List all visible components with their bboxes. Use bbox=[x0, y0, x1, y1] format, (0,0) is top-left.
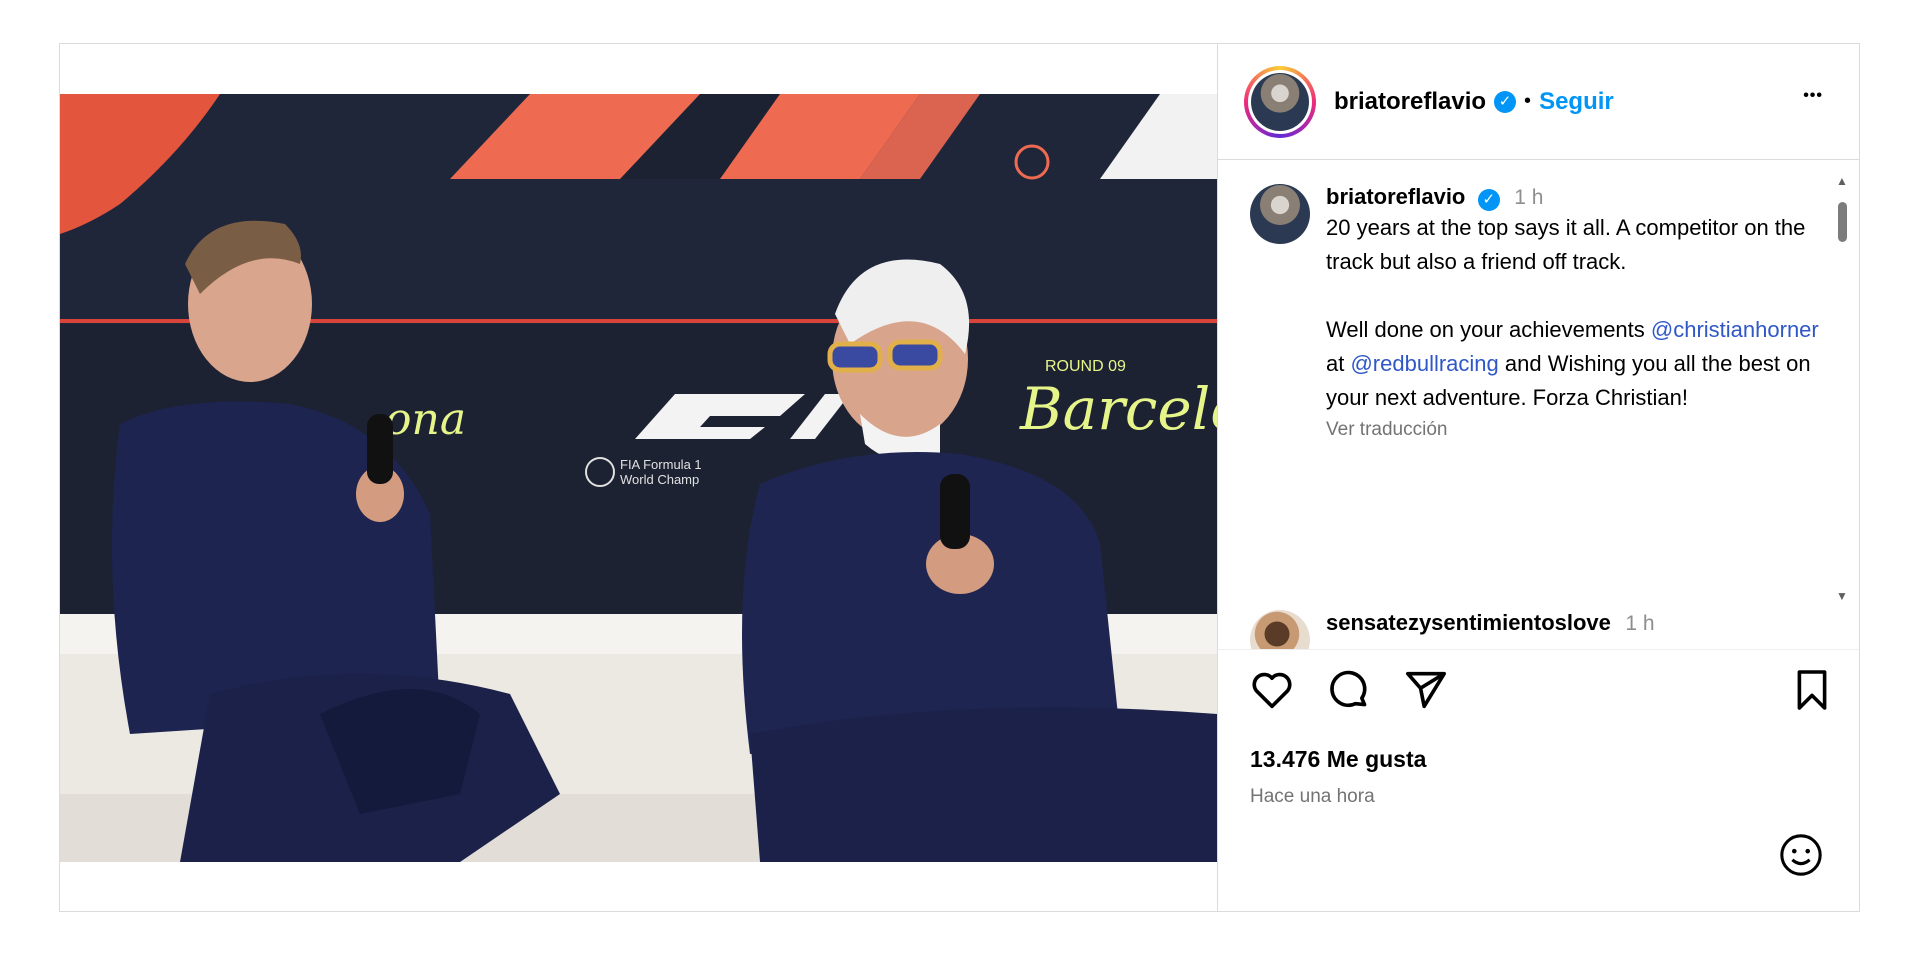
mention-link[interactable]: @redbullracing bbox=[1350, 351, 1498, 376]
comment-item: sensatezysentimientoslove 1 h bbox=[1250, 610, 1826, 649]
verified-badge-icon: ✓ bbox=[1477, 189, 1500, 211]
comment-time[interactable]: 1 h bbox=[1625, 612, 1654, 635]
post-side-panel: briatoreflavio ✓ • Seguir ••• briatorefl… bbox=[1217, 44, 1859, 911]
mention-link[interactable]: @christianhorner bbox=[1651, 317, 1819, 342]
caption-text: 20 years at the top says it all. A compe… bbox=[1326, 211, 1826, 415]
scrollbar-thumb[interactable] bbox=[1838, 202, 1847, 242]
caption-username[interactable]: briatoreflavio bbox=[1326, 184, 1465, 209]
more-options-icon[interactable]: ••• bbox=[1803, 86, 1823, 106]
post-header: briatoreflavio ✓ • Seguir ••• bbox=[1218, 44, 1859, 160]
action-bar bbox=[1218, 656, 1859, 726]
likes-count[interactable]: 13.476 Me gusta bbox=[1250, 746, 1426, 773]
post-media[interactable]: Barcelona ROUND 09 ona FIA Formula 1 Wor… bbox=[60, 44, 1217, 911]
header-separator: • bbox=[1524, 90, 1532, 112]
see-translation-link[interactable]: Ver traducción bbox=[1326, 419, 1826, 441]
avatar bbox=[1251, 72, 1309, 131]
post-card: Barcelona ROUND 09 ona FIA Formula 1 Wor… bbox=[59, 43, 1860, 912]
post-photo: Barcelona ROUND 09 ona FIA Formula 1 Wor… bbox=[60, 94, 1217, 862]
header-username[interactable]: briatoreflavio bbox=[1334, 88, 1486, 116]
post-time[interactable]: Hace una hora bbox=[1250, 786, 1375, 808]
paper-plane-icon[interactable] bbox=[1404, 670, 1448, 715]
bookmark-icon[interactable] bbox=[1794, 670, 1830, 715]
svg-text:ROUND 09: ROUND 09 bbox=[1045, 358, 1126, 375]
caption-time[interactable]: 1 h bbox=[1514, 186, 1543, 209]
comments-list[interactable]: briatoreflavio ✓ 1 h 20 years at the top… bbox=[1218, 160, 1859, 650]
heart-icon[interactable] bbox=[1250, 670, 1294, 715]
verified-badge-icon: ✓ bbox=[1494, 90, 1517, 113]
scroll-up-icon[interactable]: ▲ bbox=[1836, 174, 1848, 188]
story-ring[interactable] bbox=[1244, 65, 1316, 138]
scroll-down-icon[interactable]: ▼ bbox=[1836, 589, 1848, 603]
comment-username[interactable]: sensatezysentimientoslove bbox=[1326, 610, 1611, 635]
comments-scrollbar[interactable]: ▲ ▼ bbox=[1833, 174, 1851, 604]
caption-text-part: at bbox=[1326, 351, 1351, 376]
svg-text:ona: ona bbox=[385, 394, 466, 445]
comment-icon[interactable] bbox=[1328, 670, 1372, 715]
svg-text:World Champ: World Champ bbox=[620, 472, 699, 487]
caption-line1: 20 years at the top says it all. A compe… bbox=[1326, 215, 1806, 274]
smiley-icon[interactable] bbox=[1778, 832, 1824, 883]
caption-avatar[interactable] bbox=[1250, 184, 1310, 244]
caption-line2: Well done on your achievements @christia… bbox=[1326, 313, 1826, 415]
comment-avatar[interactable] bbox=[1250, 610, 1310, 649]
backdrop-barcelona-text: Barcelona bbox=[1019, 375, 1217, 443]
follow-button[interactable]: Seguir bbox=[1539, 88, 1614, 116]
caption-item: briatoreflavio ✓ 1 h 20 years at the top… bbox=[1250, 184, 1826, 441]
svg-text:FIA Formula 1: FIA Formula 1 bbox=[620, 457, 702, 472]
caption-text-part: Well done on your achievements bbox=[1326, 317, 1651, 342]
